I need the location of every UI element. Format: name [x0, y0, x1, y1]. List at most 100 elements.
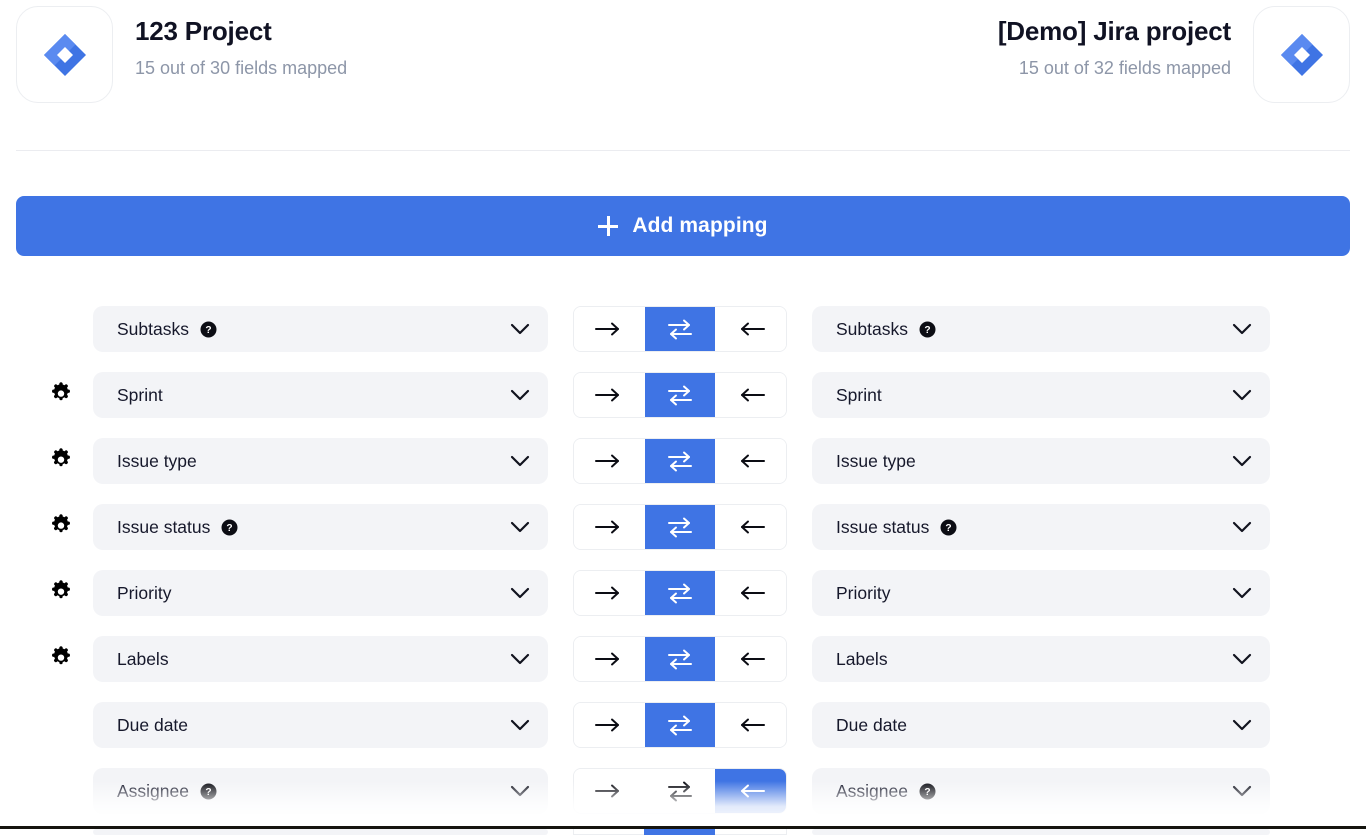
direction-option-left[interactable]: [715, 571, 786, 615]
svg-text:?: ?: [205, 325, 211, 336]
target-field-select[interactable]: Subtasks?: [812, 306, 1270, 352]
target-field-select[interactable]: Assignee?: [812, 768, 1270, 814]
target-field-select[interactable]: Labels: [812, 636, 1270, 682]
mapping-rows-list[interactable]: Subtasks? Subtasks? Sprint Sprint Issue type…: [0, 296, 1366, 835]
source-field-select[interactable]: Labels: [93, 636, 548, 682]
help-icon[interactable]: ?: [221, 519, 238, 536]
mapping-row: Issue status? Issue status?: [0, 494, 1366, 560]
svg-text:?: ?: [227, 523, 233, 534]
direction-option-both[interactable]: [644, 637, 716, 681]
chevron-down-icon: [510, 785, 530, 797]
direction-toggle[interactable]: [573, 504, 787, 550]
source-field-select[interactable]: Due date: [93, 702, 548, 748]
direction-option-left[interactable]: [715, 307, 786, 351]
direction-option-right[interactable]: [574, 637, 645, 681]
target-field-select[interactable]: Due date: [812, 702, 1270, 748]
target-field-label: Sprint: [836, 384, 882, 405]
direction-option-right[interactable]: [574, 373, 645, 417]
source-field-label: Assignee: [117, 780, 189, 801]
direction-option-both[interactable]: [644, 703, 716, 747]
gear-icon[interactable]: [46, 446, 76, 476]
chevron-down-icon: [1232, 455, 1252, 467]
direction-option-right[interactable]: [574, 703, 645, 747]
add-mapping-label: Add mapping: [632, 214, 768, 237]
target-field-select[interactable]: Priority: [812, 570, 1270, 616]
direction-toggle[interactable]: [573, 438, 787, 484]
direction-option-both[interactable]: [644, 307, 716, 351]
next-row-sliver: [0, 829, 1366, 835]
header-divider: [16, 150, 1350, 151]
bidirectional-arrows-icon: [666, 713, 694, 737]
direction-option-left[interactable]: [715, 703, 786, 747]
target-field-select[interactable]: Issue type: [812, 438, 1270, 484]
arrow-left-icon: [736, 782, 766, 800]
direction-option-left[interactable]: [715, 439, 786, 483]
sliver-left-pill: [93, 829, 548, 835]
source-field-select[interactable]: Priority: [93, 570, 548, 616]
sliver-toggle-active: [644, 829, 715, 835]
bidirectional-arrows-icon: [666, 317, 694, 341]
target-field-select[interactable]: Sprint: [812, 372, 1270, 418]
arrow-left-icon: [736, 320, 766, 338]
chevron-down-icon: [1232, 389, 1252, 401]
source-field-select[interactable]: Issue status?: [93, 504, 548, 550]
gear-icon[interactable]: [46, 644, 76, 674]
arrow-right-icon: [594, 716, 624, 734]
arrow-left-icon: [736, 716, 766, 734]
source-field-label: Issue status: [117, 516, 211, 537]
direction-option-both[interactable]: [644, 505, 716, 549]
help-icon[interactable]: ?: [919, 321, 936, 338]
direction-toggle[interactable]: [573, 768, 787, 814]
target-field-select[interactable]: Issue status?: [812, 504, 1270, 550]
source-field-select[interactable]: Subtasks?: [93, 306, 548, 352]
target-field-label: Subtasks: [836, 318, 908, 339]
direction-option-right[interactable]: [574, 769, 645, 813]
arrow-right-icon: [594, 650, 624, 668]
mapping-row: Labels Labels: [0, 626, 1366, 692]
mapping-row: Issue type Issue type: [0, 428, 1366, 494]
arrow-left-icon: [736, 386, 766, 404]
help-icon[interactable]: ?: [919, 783, 936, 800]
direction-option-left[interactable]: [715, 637, 786, 681]
gear-icon[interactable]: [46, 380, 76, 410]
arrow-left-icon: [736, 584, 766, 602]
svg-text:?: ?: [946, 523, 952, 534]
direction-option-left[interactable]: [715, 769, 786, 813]
direction-option-right[interactable]: [574, 439, 645, 483]
chevron-down-icon: [510, 323, 530, 335]
direction-option-both[interactable]: [644, 439, 716, 483]
jira-logo-icon: [1253, 6, 1350, 103]
direction-toggle[interactable]: [573, 636, 787, 682]
arrow-right-icon: [594, 782, 624, 800]
source-field-select[interactable]: Sprint: [93, 372, 548, 418]
direction-option-both[interactable]: [644, 769, 716, 813]
gear-icon[interactable]: [46, 578, 76, 608]
direction-option-both[interactable]: [644, 571, 716, 615]
gear-icon[interactable]: [46, 512, 76, 542]
direction-option-both[interactable]: [644, 373, 716, 417]
svg-text:?: ?: [205, 787, 211, 798]
mapping-row: Assignee? Assignee?: [0, 758, 1366, 824]
help-icon[interactable]: ?: [200, 321, 217, 338]
direction-option-right[interactable]: [574, 571, 645, 615]
chevron-down-icon: [1232, 719, 1252, 731]
direction-toggle[interactable]: [573, 570, 787, 616]
jira-logo-icon: [16, 6, 113, 103]
source-field-label: Subtasks: [117, 318, 189, 339]
chevron-down-icon: [510, 587, 530, 599]
direction-option-left[interactable]: [715, 373, 786, 417]
help-icon[interactable]: ?: [940, 519, 957, 536]
help-icon[interactable]: ?: [200, 783, 217, 800]
direction-toggle[interactable]: [573, 372, 787, 418]
direction-toggle[interactable]: [573, 702, 787, 748]
direction-option-right[interactable]: [574, 505, 645, 549]
add-mapping-button[interactable]: Add mapping: [16, 196, 1350, 256]
direction-toggle[interactable]: [573, 306, 787, 352]
target-field-label: Due date: [836, 714, 908, 735]
source-field-select[interactable]: Issue type: [93, 438, 548, 484]
direction-option-right[interactable]: [574, 307, 645, 351]
source-field-select[interactable]: Assignee?: [93, 768, 548, 814]
window-bottom-edge: [0, 826, 1366, 829]
direction-option-left[interactable]: [715, 505, 786, 549]
chevron-down-icon: [510, 719, 530, 731]
